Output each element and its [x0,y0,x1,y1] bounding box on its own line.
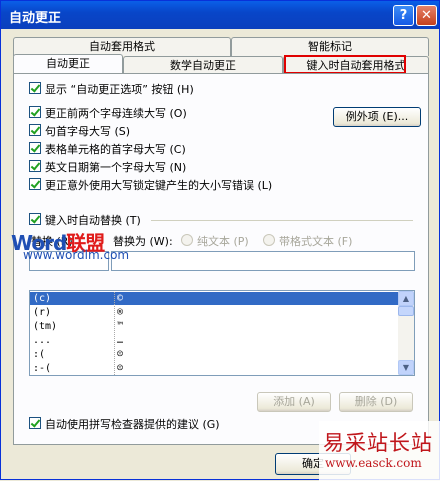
caps-lock-label: 更正意外使用大写锁定键产生的大小写错误 (L) [45,179,273,192]
capitalize-day-names-label: 英文日期第一个字母大写 (N) [45,161,187,174]
autocorrect-dialog: 自动更正 ? ✕ 自动套用格式 智能标记 自动更正 数学自动更正 键入时自动套用… [0,0,440,481]
highlight-box [284,55,406,74]
entry-to: ® [117,307,124,318]
caps-lock-checkbox[interactable] [29,178,41,190]
close-button[interactable]: ✕ [416,5,437,26]
list-scrollbar[interactable]: ▲ ▼ [398,291,414,375]
group-divider [151,220,413,221]
entry-from: (c) [33,293,52,304]
show-button-checkbox[interactable] [29,82,41,94]
autocorrect-entries-list[interactable]: (c) © (r) ® (tm) ™ ... … :( ☹ :-( ☹ ▲ ▼ [29,290,415,376]
scroll-down-icon[interactable]: ▼ [398,360,414,375]
title-bar: 自动更正 ? ✕ [1,1,439,29]
show-button-label: 显示 “自动更正选项” 按钮 (H) [45,83,194,96]
capitalize-table-cells-label: 表格单元格的首字母大写 (C) [45,143,186,156]
easck-logo: 易采站长站 [323,431,433,455]
exceptions-button[interactable]: 例外项 (E)... [333,107,421,127]
formatted-text-radio[interactable] [263,234,275,246]
entry-to: ☹ [117,349,124,360]
entry-to: © [117,293,124,304]
scroll-up-icon[interactable]: ▲ [398,291,414,306]
capitalize-table-cells-checkbox[interactable] [29,142,41,154]
entry-to: … [117,335,124,346]
entry-from: :-( [33,363,52,374]
entry-from: (r) [33,307,52,318]
delete-button[interactable]: 删除 (D) [339,392,413,412]
two-initial-caps-checkbox[interactable] [29,106,41,118]
plain-text-label: 纯文本 (P) [197,235,249,248]
window-title: 自动更正 [9,11,62,26]
list-item[interactable]: (c) © [30,292,398,305]
replace-as-you-type-label: 键入时自动替换 (T) [45,214,141,227]
list-item[interactable]: (tm) ™ [30,320,398,333]
entry-from: ... [33,335,52,346]
list-item[interactable]: ... … [30,334,398,347]
spellcheck-suggestions-label: 自动使用拼写检查器提供的建议 (G) [45,418,220,431]
entry-from: :( [33,349,46,360]
wordlm-url: www.wordlm.com [23,248,130,262]
entry-from: (tm) [33,321,58,332]
help-button[interactable]: ? [393,5,414,26]
tab-autocorrect[interactable]: 自动更正 [13,54,123,75]
add-button[interactable]: 添加 (A) [257,392,331,412]
easck-url: www.easck.com [325,456,422,470]
scroll-thumb[interactable] [398,306,414,316]
replace-as-you-type-checkbox[interactable] [29,213,41,225]
capitalize-day-names-checkbox[interactable] [29,160,41,172]
two-initial-caps-label: 更正前两个字母连续大写 (O) [45,107,187,120]
capitalize-sentence-checkbox[interactable] [29,124,41,136]
tab-smart-tags[interactable]: 智能标记 [231,37,429,56]
formatted-text-label: 带格式文本 (F) [279,235,353,248]
list-item[interactable]: :-( ☹ [30,362,398,375]
with-label: 替换为 (W): [113,235,173,248]
entry-to: ™ [117,321,124,332]
with-input[interactable] [111,251,415,271]
list-item[interactable]: (r) ® [30,306,398,319]
plain-text-radio[interactable] [181,234,193,246]
spellcheck-suggestions-checkbox[interactable] [29,417,41,429]
entry-to: ☹ [117,363,124,374]
list-item[interactable]: :( ☹ [30,348,398,361]
capitalize-sentence-label: 句首字母大写 (S) [45,125,131,138]
